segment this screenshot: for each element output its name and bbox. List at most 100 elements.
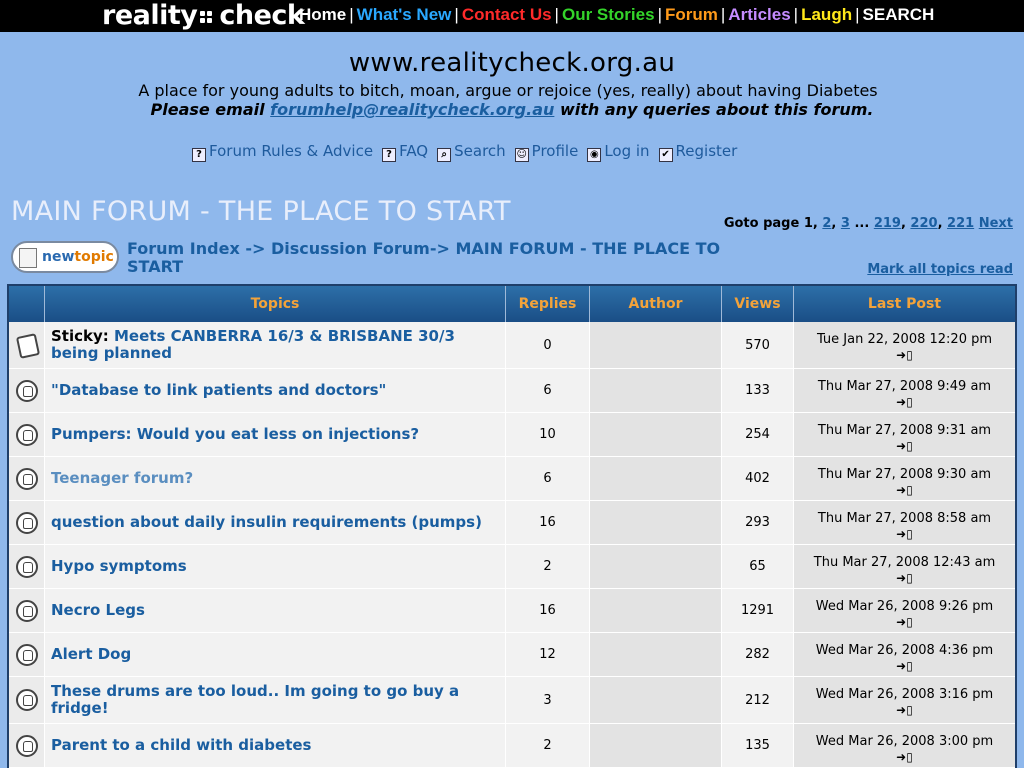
author-cell[interactable] xyxy=(590,545,722,589)
site-logo[interactable]: reality check xyxy=(102,0,305,31)
page-link-220[interactable]: 220 xyxy=(910,216,937,231)
last-post-cell: Thu Mar 27, 2008 12:43 am ➜▯ xyxy=(794,545,1015,589)
breadcrumb-forum-index[interactable]: Forum Index xyxy=(127,239,240,258)
topic-icon-cell xyxy=(9,589,45,633)
last-post-date: Thu Mar 27, 2008 12:43 am xyxy=(813,555,996,570)
topic-cell: "Database to link patients and doctors" xyxy=(45,369,506,413)
logo-text-left: reality xyxy=(102,0,198,31)
page-link-2[interactable]: 2 xyxy=(822,216,831,231)
nav-what-s-new[interactable]: What's New xyxy=(357,5,452,24)
breadcrumb-discussion-forum[interactable]: Discussion Forum xyxy=(271,239,430,258)
topic-title-link[interactable]: Teenager forum? xyxy=(51,469,193,487)
topic-title-link[interactable]: Parent to a child with diabetes xyxy=(51,736,311,754)
topic-icon-cell xyxy=(9,633,45,677)
views-count: 282 xyxy=(722,633,794,677)
view-latest-post-icon[interactable]: ➜▯ xyxy=(896,571,913,585)
breadcrumb-separator: -> xyxy=(245,239,266,258)
topic-cell: Alert Dog xyxy=(45,633,506,677)
header-last-post[interactable]: Last Post xyxy=(794,286,1015,322)
register-icon: ✔ xyxy=(658,148,673,162)
author-cell[interactable] xyxy=(590,589,722,633)
topic-title-link[interactable]: Pumpers: Would you eat less on injection… xyxy=(51,425,419,443)
nav-forum[interactable]: Forum xyxy=(665,5,718,24)
nav-laugh[interactable]: Laugh xyxy=(801,5,852,24)
topic-title-link[interactable]: Alert Dog xyxy=(51,645,131,663)
nav-separator: | xyxy=(454,5,459,24)
view-latest-post-icon[interactable]: ➜▯ xyxy=(896,527,913,541)
view-latest-post-icon[interactable]: ➜▯ xyxy=(896,348,913,362)
page-link-3[interactable]: 3 xyxy=(841,216,850,231)
view-latest-post-icon[interactable]: ➜▯ xyxy=(896,659,913,673)
replies-count: 16 xyxy=(506,589,590,633)
table-row: Necro Legs 16 1291 Wed Mar 26, 2008 9:26 pm… xyxy=(9,589,1015,633)
new-topic-button[interactable]: newtopic xyxy=(11,241,119,273)
last-post-date: Tue Jan 22, 2008 12:20 pm xyxy=(816,332,993,347)
topic-title-link[interactable]: Necro Legs xyxy=(51,601,145,619)
last-post-cell: Tue Jan 22, 2008 12:20 pm ➜▯ xyxy=(794,322,1015,369)
nav-separator: | xyxy=(349,5,354,24)
link-forum-rules-advice[interactable]: ? Forum Rules & Advice xyxy=(192,142,373,162)
topic-title-link[interactable]: Meets CANBERRA 16/3 & BRISBANE 30/3 bein… xyxy=(51,327,455,362)
author-cell[interactable] xyxy=(590,633,722,677)
site-url-heading: www.realitycheck.org.au xyxy=(348,48,676,78)
topic-title-link[interactable]: These drums are too loud.. Im going to g… xyxy=(51,682,459,717)
author-cell[interactable] xyxy=(590,457,722,501)
table-row: These drums are too loud.. Im going to g… xyxy=(9,677,1015,724)
view-latest-post-icon[interactable]: ➜▯ xyxy=(896,703,913,717)
header-replies[interactable]: Replies xyxy=(506,286,590,322)
view-latest-post-icon[interactable]: ➜▯ xyxy=(896,750,913,764)
view-latest-post-icon[interactable]: ➜▯ xyxy=(896,615,913,629)
next-page-link[interactable]: Next xyxy=(979,216,1013,231)
logo-text-right: check xyxy=(219,0,305,31)
author-cell[interactable] xyxy=(590,501,722,545)
view-latest-post-icon[interactable]: ➜▯ xyxy=(896,395,913,409)
nav-contact-us[interactable]: Contact Us xyxy=(462,5,552,24)
topic-cell: Pumpers: Would you eat less on injection… xyxy=(45,413,506,457)
last-post-cell: Wed Mar 26, 2008 3:16 pm ➜▯ xyxy=(794,677,1015,724)
last-post-cell: Thu Mar 27, 2008 9:31 am ➜▯ xyxy=(794,413,1015,457)
nav-search[interactable]: SEARCH xyxy=(863,5,935,24)
top-navigation-bar: reality check Home | What's New | Contact Us |… xyxy=(0,0,1024,32)
topic-icon-cell xyxy=(9,501,45,545)
email-link[interactable]: forumhelp@realitycheck.org.au xyxy=(270,100,554,119)
link-search[interactable]: ⌕ Search xyxy=(437,142,506,162)
page-link-219[interactable]: 219 xyxy=(874,216,901,231)
view-latest-post-icon[interactable]: ➜▯ xyxy=(896,439,913,453)
topic-folder-icon xyxy=(15,643,38,666)
views-count: 135 xyxy=(722,724,794,768)
author-cell[interactable] xyxy=(590,369,722,413)
topic-cell: Necro Legs xyxy=(45,589,506,633)
nav-articles[interactable]: Articles xyxy=(728,5,790,24)
link-profile[interactable]: ☺ Profile xyxy=(514,142,578,162)
forum-links-bar: ? Forum Rules & Advice ? FAQ ⌕ Search ☺ Profile… xyxy=(192,142,746,162)
author-cell[interactable] xyxy=(590,677,722,724)
replies-count: 10 xyxy=(506,413,590,457)
nav-home[interactable]: Home xyxy=(299,5,346,24)
view-latest-post-icon[interactable]: ➜▯ xyxy=(896,483,913,497)
header-author[interactable]: Author xyxy=(590,286,722,322)
author-cell[interactable] xyxy=(590,724,722,768)
page-link-221[interactable]: 221 xyxy=(947,216,974,231)
nav-separator: | xyxy=(793,5,799,24)
table-row: Sticky: Meets CANBERRA 16/3 & BRISBANE 3… xyxy=(9,322,1015,369)
breadcrumb-separator: -> xyxy=(429,239,450,258)
views-count: 65 xyxy=(722,545,794,589)
mark-all-read-link[interactable]: Mark all topics read xyxy=(867,262,1013,277)
nav-our-stories[interactable]: Our Stories xyxy=(562,5,655,24)
topic-title-link[interactable]: Hypo symptoms xyxy=(51,557,187,575)
link-register[interactable]: ✔ Register xyxy=(658,142,737,162)
author-cell[interactable] xyxy=(590,322,722,369)
table-row: Parent to a child with diabetes 2 135 Wed M… xyxy=(9,724,1015,768)
topic-title-link[interactable]: question about daily insulin requirement… xyxy=(51,513,482,531)
header-views[interactable]: Views xyxy=(722,286,794,322)
link-log-in[interactable]: ◉ Log in xyxy=(587,142,650,162)
author-cell[interactable] xyxy=(590,413,722,457)
link-label: FAQ xyxy=(399,142,429,160)
topic-cell: question about daily insulin requirement… xyxy=(45,501,506,545)
last-post-date: Thu Mar 27, 2008 8:58 am xyxy=(817,511,992,526)
link-faq[interactable]: ? FAQ xyxy=(382,142,429,162)
breadcrumb: Forum Index -> Discussion Forum-> MAIN F… xyxy=(127,240,767,276)
topic-icon-cell xyxy=(9,369,45,413)
topic-title-link[interactable]: "Database to link patients and doctors" xyxy=(51,381,386,399)
header-topics[interactable]: Topics xyxy=(45,286,506,322)
